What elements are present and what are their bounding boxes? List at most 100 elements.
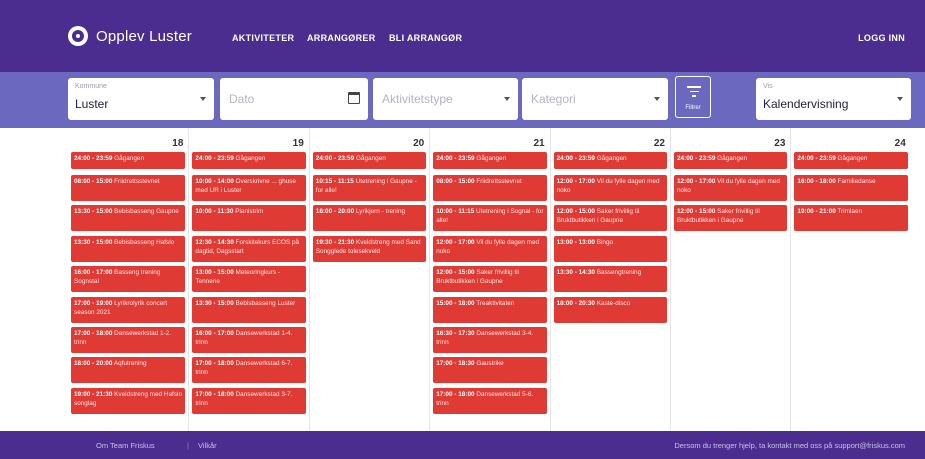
date-input[interactable]: Dato <box>220 78 368 120</box>
event-title: Gågangen <box>837 155 868 162</box>
activity-type-select[interactable]: Aktivitetstype <box>373 78 518 120</box>
event-title: Gågangen <box>235 155 266 162</box>
calendar-event[interactable]: 18:00 - 20:30 Kaste-disco <box>553 296 667 323</box>
calendar-event[interactable]: 24:00 - 23:59 Gågangen <box>433 152 547 169</box>
calendar-event[interactable]: 24:00 - 23:59 Gågangen <box>312 152 427 169</box>
event-time: 10:15 - 11:15 <box>315 178 354 185</box>
calendar-event[interactable]: 19:00 - 21:30 Kveldstreng med Hafslo son… <box>71 387 186 414</box>
footer-separator: | <box>187 441 189 450</box>
calendar-event[interactable]: 19:00 - 21:00 Trimlaen <box>794 205 908 232</box>
event-title: Gaustrike <box>476 360 504 368</box>
calendar-event[interactable]: 13:30 - 15:00 Bebisbasseng Luster <box>192 296 306 323</box>
calendar-event[interactable]: 15:00 - 18:00 Treaktivitaten <box>433 296 547 323</box>
calendar-event[interactable]: 13:00 - 13:00 Bingo <box>553 235 667 262</box>
calendar-event[interactable]: 10:00 - 11:30 Pianistrim <box>192 205 306 232</box>
kommune-select[interactable]: Kommune Luster <box>68 78 214 120</box>
calendar-event[interactable]: 17:00 - 19:00 Lyrikrolyrik concert seaso… <box>71 296 186 323</box>
calendar-event[interactable]: 10:00 - 14:00 Overskrivne ... ghuse med … <box>192 175 306 201</box>
calendar-event[interactable]: 24:00 - 23:59 Gågangen <box>674 152 788 169</box>
day-number: 20 <box>413 138 425 149</box>
filter-icon <box>687 86 701 97</box>
calendar-event[interactable]: 24:00 - 23:59 Gågangen <box>794 152 908 169</box>
calendar-event[interactable]: 13:30 - 15:00 Bebisbasseng Gaupne <box>71 205 186 232</box>
calendar-event[interactable]: 08:00 - 15:00 Friidrettsstevnet <box>433 175 547 201</box>
login-link[interactable]: LOGG INN <box>858 33 905 43</box>
calendar-event[interactable]: 18:00 - 20:00 Aqfutrening <box>71 357 186 384</box>
day-column: 20 24:00 - 23:59 Gågangen 10:15 - 11:15 Ut… <box>308 128 429 431</box>
calendar-event[interactable]: 24:00 - 23:59 Gågangen <box>553 152 667 169</box>
event-title: Familiedanse <box>837 178 876 185</box>
calendar-event[interactable]: 24:00 - 23:59 Gågangen <box>192 152 306 169</box>
event-time: 12:30 - 14:30 <box>195 238 234 246</box>
calendar-event[interactable]: 17:00 - 18:00 Dansewerkstad 1-2. trinn <box>71 327 186 353</box>
event-title: Pianistrim <box>235 208 264 216</box>
footer-terms-link[interactable]: Vilkår <box>198 441 217 450</box>
calendar-event[interactable]: 17:00 - 18:00 Dansewerkstad 5-6. trinn <box>433 387 547 414</box>
calendar-event[interactable]: 12:00 - 17:00 Vil du fylle dagen med nok… <box>433 235 547 262</box>
calendar-event[interactable]: 19:30 - 21:30 Kveldstreng med Sand Songg… <box>312 235 427 262</box>
calendar-event[interactable]: 12:00 - 15:00 Saker frivillig til Bruktb… <box>674 205 788 232</box>
calendar-event[interactable]: 16:00 - 18:00 Familiedanse <box>794 175 908 201</box>
calendar-event[interactable]: 17:00 - 18:00 Dansewerkstad 6-7. trinn <box>192 357 306 384</box>
calendar-event[interactable]: 12:00 - 15:00 Saker frivillig til Bruktb… <box>433 266 547 293</box>
calendar-event[interactable]: 12:30 - 14:30 Forskitekurs ECOS på dagti… <box>192 235 306 262</box>
event-title: Friidrettsstevnet <box>114 178 160 185</box>
event-time: 13:30 - 15:00 <box>195 299 234 307</box>
day-column: 22 24:00 - 23:59 Gågangen 12:00 - 17:00 Vi… <box>549 128 670 431</box>
nav-arrangorer[interactable]: ARRANGØRER <box>307 33 376 43</box>
calendar-event[interactable]: 17:00 - 18:30 Gaustrike <box>433 357 547 384</box>
event-time: 24:00 - 23:59 <box>797 155 836 162</box>
event-title: Trimlaen <box>837 208 863 216</box>
day-column: 24 24:00 - 23:59 Gågangen 16:00 - 18:00 Fa… <box>790 128 910 431</box>
calendar-event[interactable]: 18:00 - 20:00 Lyrikjern - trening <box>312 205 427 232</box>
event-time: 24:00 - 23:59 <box>315 155 355 162</box>
event-time: 17:00 - 18:00 <box>195 390 234 398</box>
event-title: Bebisbasseng Gaupne <box>114 208 179 216</box>
event-time: 12:00 - 15:00 <box>436 269 475 277</box>
event-time: 12:00 - 17:00 <box>677 178 716 185</box>
event-title: Gågangen <box>355 155 386 162</box>
event-time: 16:30 - 17:30 <box>436 330 475 337</box>
event-time: 17:00 - 18:00 <box>74 330 113 337</box>
event-time: 18:00 - 20:00 <box>74 360 113 368</box>
event-title: Kaste-disco <box>596 299 631 307</box>
view-select[interactable]: Vis Kalendervisning <box>756 78 911 120</box>
event-time: 18:00 - 20:00 <box>315 208 355 216</box>
chevron-down-icon <box>200 97 206 101</box>
calendar-event[interactable]: 12:00 - 17:00 Vil du fylle dagen med nok… <box>674 175 788 201</box>
category-select[interactable]: Kategori <box>522 78 668 120</box>
event-time: 12:00 - 15:00 <box>556 208 595 216</box>
calendar-event[interactable]: 13:00 - 15:00 Meteoringkurs - Tennene <box>192 266 306 293</box>
calendar-event[interactable]: 17:00 - 18:00 Dansewerkstad 3-7. trinn <box>192 387 306 414</box>
calendar-event[interactable]: 16:30 - 17:30 Dansewerkstad 3-4. trinn <box>433 327 547 353</box>
brand-name: Opplev Luster <box>96 27 192 45</box>
nav-bli-arrangor[interactable]: BLI ARRANGØR <box>389 33 462 43</box>
calendar-event[interactable]: 13:30 - 15:00 Bebisbasseng Hafslo <box>71 235 186 262</box>
day-column: 23 24:00 - 23:59 Gågangen 12:00 - 17:00 Vi… <box>670 128 790 431</box>
calendar-event[interactable]: 12:00 - 17:00 Vil du fylle dagen med nok… <box>553 175 667 201</box>
kommune-value: Luster <box>75 97 109 111</box>
brand-logo[interactable]: Opplev Luster <box>68 26 192 46</box>
calendar-event[interactable]: 12:00 - 15:00 Saker frivillig til Bruktb… <box>553 205 667 232</box>
event-time: 16:00 - 17:00 <box>74 269 113 277</box>
calendar-event[interactable]: 24:00 - 23:59 Gågangen <box>71 152 186 169</box>
filter-button[interactable]: Filtrer <box>675 76 711 118</box>
activity-type-placeholder: Aktivitetstype <box>382 92 453 106</box>
calendar-event[interactable]: 08:00 - 15:00 Friidrettsstevnet <box>71 175 186 201</box>
event-time: 24:00 - 23:59 <box>436 155 475 162</box>
event-title: Lyrikjern - trening <box>355 208 406 216</box>
footer-about-link[interactable]: Om Team Friskus <box>96 441 155 450</box>
nav-aktiviteter[interactable]: AKTIVITETER <box>232 33 294 43</box>
event-time: 08:00 - 15:00 <box>74 178 113 185</box>
day-column: 19 24:00 - 23:59 Gågangen 10:00 - 14:00 Ov… <box>188 128 308 431</box>
calendar-event[interactable]: 10:15 - 11:15 Utetrening i Gaupne - for … <box>312 175 427 201</box>
calendar-event[interactable]: 16:00 - 17:00 Basseng trening Sognstal <box>71 266 186 293</box>
calendar-event[interactable]: 10:00 - 11:15 Utetrening i Sognal - for … <box>433 205 547 232</box>
calendar-event[interactable]: 13:30 - 14:30 Bassengtrening <box>553 266 667 293</box>
day-number: 22 <box>653 138 665 149</box>
calendar-icon[interactable] <box>348 92 360 104</box>
calendar-event[interactable]: 16:00 - 17:00 Dansewerkstad 1-4. trinn <box>192 327 306 353</box>
event-time: 13:00 - 15:00 <box>195 269 234 277</box>
event-time: 24:00 - 23:59 <box>74 155 113 162</box>
event-time: 16:00 - 17:00 <box>195 330 234 337</box>
